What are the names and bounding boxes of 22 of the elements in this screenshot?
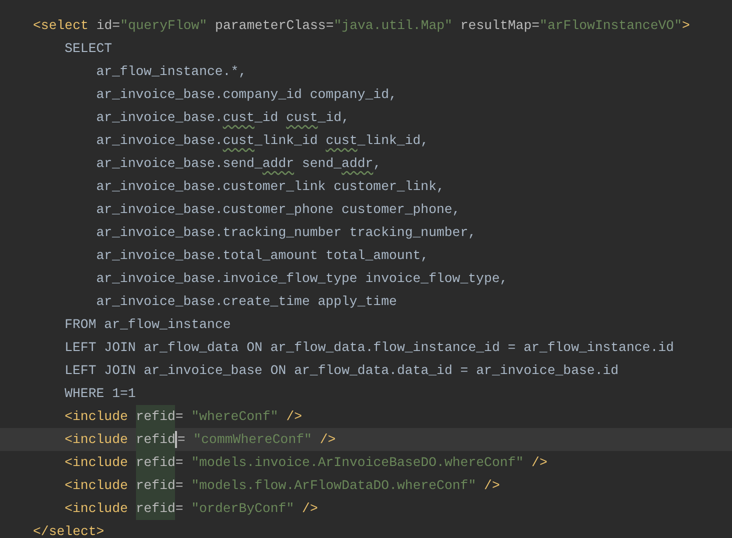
code-line: ar_invoice_base.invoice_flow_type invoice_flow_type, [95,270,509,288]
code-line: ar_invoice_base.send_addr send_addr, [95,155,382,173]
code-line: ar_invoice_base.company_id company_id, [95,86,398,104]
code-line: <include refid= "models.invoice.ArInvoiceBaseDO.whereConf" /> [0,451,732,474]
code-line: <include refid= "orderByConf" /> [0,497,732,520]
code-line: LEFT JOIN ar_flow_data ON ar_flow_data.flow_instance_id = ar_flow_instance.id [64,339,675,357]
code-line: </select> [32,523,106,538]
code-line: ar_invoice_base.customer_phone customer_phone, [95,201,462,219]
code-line: ar_flow_instance.*, [95,63,248,81]
code-line: ar_invoice_base.cust_link_id cust_link_id, [95,132,430,150]
code-line: WHERE 1=1 [64,385,137,403]
code-line: SELECT [64,40,114,58]
code-line: <select id="queryFlow" parameterClass="java.util.Map" resultMap="arFlowInstanceVO"> [32,17,691,35]
code-line: <include refid= "whereConf" /> [0,405,732,428]
code-line: <include refid= "models.flow.ArFlowDataDO.whereConf" /> [0,474,732,497]
code-line: ar_invoice_base.tracking_number tracking_number, [95,224,478,242]
code-line: FROM ar_flow_instance [64,316,232,334]
code-line: LEFT JOIN ar_invoice_base ON ar_flow_data.data_id = ar_invoice_base.id [64,362,620,380]
code-line: ar_invoice_base.total_amount total_amount, [95,247,430,265]
code-line: ar_invoice_base.customer_link customer_link, [95,178,446,196]
code-line: ar_invoice_base.create_time apply_time [95,293,398,311]
code-line: ar_invoice_base.cust_id cust_id, [95,109,350,127]
